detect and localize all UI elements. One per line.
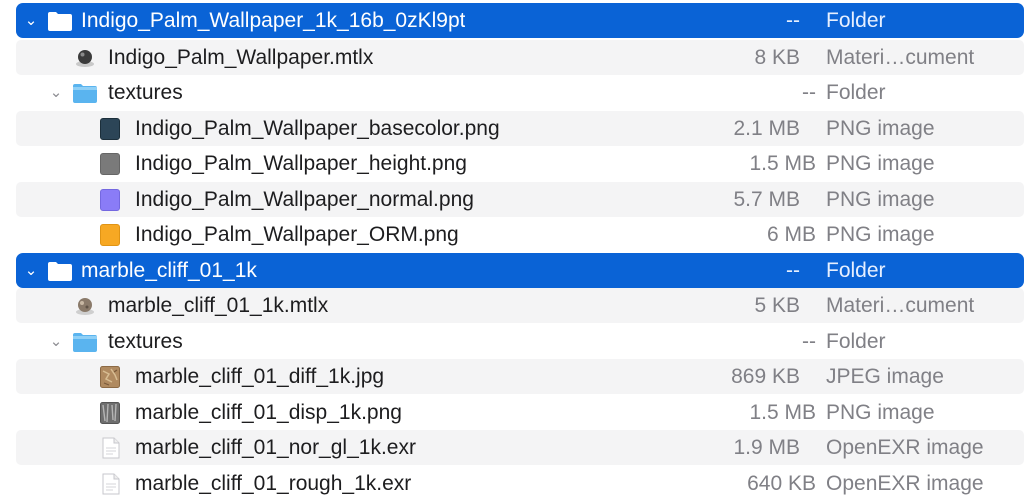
file-row-diff[interactable]: marble_cliff_01_diff_1k.jpg 869 KB JPEG … — [16, 359, 1024, 395]
file-kind: JPEG image — [826, 365, 944, 388]
file-name: textures — [108, 329, 183, 353]
document-icon — [102, 437, 120, 459]
file-row-mtlx[interactable]: Indigo_Palm_Wallpaper.mtlx 8 KB Materi…c… — [16, 39, 1024, 75]
file-size: 2.1 MB — [733, 116, 800, 140]
file-row-disp[interactable]: marble_cliff_01_disp_1k.png 1.5 MB PNG i… — [0, 395, 1024, 430]
thumbnail-swatch — [100, 153, 120, 175]
thumbnail-swatch — [100, 224, 120, 246]
file-size: -- — [786, 9, 800, 32]
file-size: -- — [786, 258, 800, 282]
file-size: -- — [802, 329, 816, 353]
folder-row-marble-cliff[interactable]: ⌄ marble_cliff_01_1k -- Folder — [16, 252, 1024, 288]
document-icon — [102, 473, 120, 495]
file-name: marble_cliff_01_nor_gl_1k.exr — [135, 436, 416, 459]
file-list: ⌄ Indigo_Palm_Wallpaper_1k_16b_0zKl9pt -… — [0, 0, 1024, 496]
file-size: 869 KB — [731, 365, 800, 388]
file-kind: Folder — [826, 9, 886, 32]
image-thumbnail-icon — [100, 188, 120, 211]
file-name: marble_cliff_01_disp_1k.png — [135, 400, 402, 424]
file-name: Indigo_Palm_Wallpaper_1k_16b_0zKl9pt — [81, 9, 466, 32]
chevron-down-icon[interactable]: ⌄ — [47, 324, 65, 359]
file-kind: PNG image — [826, 400, 935, 424]
chevron-down-icon[interactable]: ⌄ — [47, 75, 65, 110]
image-thumbnail-icon — [100, 224, 120, 246]
file-kind: OpenEXR image — [826, 436, 984, 459]
image-thumbnail-icon — [100, 153, 120, 175]
file-kind: PNG image — [826, 116, 935, 140]
file-kind: Folder — [826, 329, 886, 353]
file-name: Indigo_Palm_Wallpaper_basecolor.png — [135, 116, 500, 140]
file-size: 8 KB — [754, 45, 800, 69]
file-size: 1.5 MB — [749, 400, 816, 424]
folder-icon — [72, 331, 98, 353]
file-row-orm[interactable]: Indigo_Palm_Wallpaper_ORM.png 6 MB PNG i… — [0, 217, 1024, 252]
file-name: marble_cliff_01_diff_1k.jpg — [135, 365, 385, 388]
material-sphere-icon — [74, 296, 96, 318]
file-kind: Materi…cument — [826, 294, 975, 317]
image-thumbnail-icon — [100, 401, 120, 424]
thumbnail-swatch — [100, 188, 120, 211]
file-name: Indigo_Palm_Wallpaper_height.png — [135, 152, 467, 175]
file-size: 1.9 MB — [733, 436, 800, 459]
folder-icon — [47, 260, 73, 282]
file-name: textures — [108, 81, 183, 104]
file-kind: PNG image — [826, 152, 935, 175]
folder-icon — [47, 10, 73, 32]
file-size: 5 KB — [754, 294, 800, 317]
image-thumbnail-icon — [100, 366, 120, 388]
file-name: Indigo_Palm_Wallpaper.mtlx — [108, 45, 374, 69]
file-row-marble-mtlx[interactable]: marble_cliff_01_1k.mtlx 5 KB Materi…cume… — [16, 288, 1024, 324]
file-row-basecolor[interactable]: Indigo_Palm_Wallpaper_basecolor.png 2.1 … — [16, 110, 1024, 146]
folder-row-textures[interactable]: ⌄ textures -- Folder — [0, 324, 1024, 359]
file-kind: Materi…cument — [826, 45, 975, 69]
chevron-down-icon[interactable]: ⌄ — [22, 253, 40, 288]
file-name: Indigo_Palm_Wallpaper_ORM.png — [135, 223, 459, 246]
file-row-normal[interactable]: Indigo_Palm_Wallpaper_normal.png 5.7 MB … — [16, 181, 1024, 217]
file-size: 6 MB — [766, 223, 816, 246]
file-size: 1.5 MB — [749, 152, 816, 175]
file-kind: Folder — [826, 81, 886, 104]
file-name: marble_cliff_01_1k.mtlx — [108, 294, 329, 317]
file-name: Indigo_Palm_Wallpaper_normal.png — [135, 187, 474, 211]
file-name: marble_cliff_01_1k — [81, 258, 257, 282]
file-kind: PNG image — [826, 187, 935, 211]
file-size: 5.7 MB — [733, 187, 800, 211]
file-row-nor-gl[interactable]: marble_cliff_01_nor_gl_1k.exr 1.9 MB Ope… — [16, 430, 1024, 466]
thumbnail-swatch — [100, 117, 120, 140]
chevron-down-icon[interactable]: ⌄ — [22, 3, 40, 38]
folder-icon — [72, 82, 98, 104]
file-kind: PNG image — [826, 223, 935, 246]
file-kind: Folder — [826, 258, 886, 282]
folder-row-textures[interactable]: ⌄ textures -- Folder — [0, 75, 1024, 110]
material-sphere-icon — [74, 48, 96, 70]
image-thumbnail-icon — [100, 117, 120, 140]
folder-row-indigo-palm[interactable]: ⌄ Indigo_Palm_Wallpaper_1k_16b_0zKl9pt -… — [16, 3, 1024, 39]
file-size: -- — [802, 81, 816, 104]
file-row-height[interactable]: Indigo_Palm_Wallpaper_height.png 1.5 MB … — [0, 146, 1024, 181]
